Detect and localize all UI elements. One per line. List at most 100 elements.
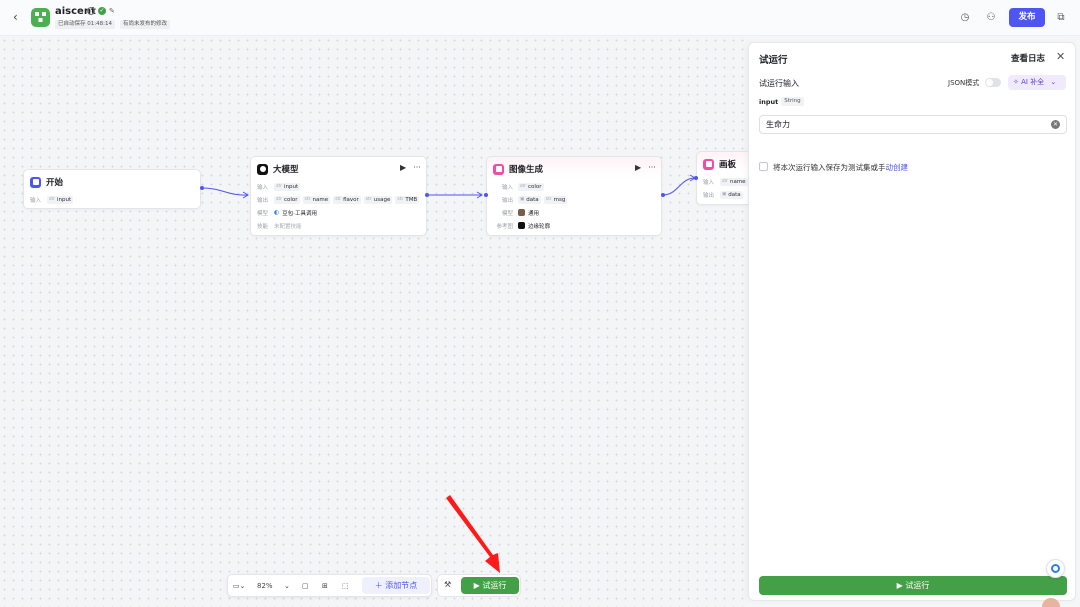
output-port[interactable]	[425, 193, 429, 197]
start-node-icon	[30, 176, 41, 188]
param-tag: str name	[720, 177, 748, 186]
row-label: 输出	[501, 197, 513, 204]
panel-run-label: 试运行	[905, 581, 930, 590]
close-icon[interactable]: ✕	[1056, 50, 1065, 63]
node-board[interactable]: 画板 输入 str name 输出 ▣ data	[696, 151, 756, 205]
assistant-icon[interactable]	[1046, 559, 1065, 578]
output-port[interactable]	[661, 193, 665, 197]
info-icon[interactable]: i	[87, 7, 95, 15]
json-mode-toggle[interactable]	[985, 78, 1001, 87]
param-tag: str input	[47, 195, 74, 204]
row-label: 输入	[501, 184, 513, 191]
row-label: 输入	[257, 184, 269, 191]
input-port[interactable]	[694, 176, 698, 180]
node-image-generation[interactable]: 图像生成 ▶ ··· 输入 str color 输出 ▣ data str msg 模…	[486, 156, 662, 236]
edit-icon[interactable]: ✎	[109, 7, 117, 15]
model-value: 通用	[528, 210, 540, 217]
view-log-link[interactable]: 查看日志	[1011, 52, 1045, 64]
row-label: 输入	[703, 179, 715, 186]
comment-icon[interactable]: ▢	[302, 580, 309, 592]
output-port[interactable]	[200, 186, 204, 190]
run-node-icon[interactable]: ▶	[400, 163, 406, 172]
image-node-icon	[493, 163, 504, 175]
check-icon: ✓	[98, 7, 106, 15]
collaborators-icon[interactable]: ⚇	[982, 9, 1000, 27]
model-thumbnail-icon	[518, 209, 525, 216]
param-tag: str msg	[543, 195, 568, 204]
annotation-arrow-icon	[446, 495, 500, 573]
row-label: 参考图	[496, 223, 513, 230]
add-node-label: 添加节点	[385, 581, 418, 590]
skill-value: 未配置技能	[274, 223, 302, 230]
sparkle-icon: ✧	[1013, 78, 1019, 86]
panel-run-button[interactable]: ▶ 试运行	[759, 576, 1067, 595]
input-value-field[interactable]	[759, 115, 1067, 134]
history-icon[interactable]: ◷	[956, 9, 974, 27]
row-label: 输出	[257, 197, 269, 204]
back-arrow-icon[interactable]: ‹	[13, 10, 25, 24]
node-llm[interactable]: 大模型 ▶ ··· 输入 str input 输出 str color str nam…	[250, 156, 427, 236]
param-tag: str name	[302, 195, 331, 204]
node-title: 大模型	[273, 165, 299, 175]
debug-icon[interactable]: ⚒	[444, 580, 451, 589]
param-tag: ▣ data	[518, 195, 541, 204]
minimap-icon[interactable]: ▭⌄	[233, 580, 245, 592]
node-start[interactable]: 开始 输入 str input	[23, 169, 201, 209]
save-testset-checkbox[interactable]	[759, 162, 768, 171]
panel-title: 试运行	[759, 55, 788, 66]
row-label: 输入	[30, 197, 42, 204]
test-run-panel: 试运行 查看日志 ✕ 试运行输入 JSON模式 ✧ AI 补全 ⌄ input …	[748, 42, 1076, 601]
param-tag: ▣ data	[720, 190, 743, 199]
zoom-level[interactable]: 82%	[257, 580, 273, 592]
clear-icon[interactable]: ✕	[1051, 120, 1060, 129]
unpublished-status: 有尚未发布的修改	[120, 20, 171, 29]
connection-lines	[201, 174, 696, 199]
node-title: 开始	[46, 178, 64, 188]
node-title: 画板	[719, 160, 737, 170]
input-param-label: input String	[759, 97, 804, 106]
test-run-button[interactable]: ▶ 试运行	[461, 577, 519, 594]
input-type-chip: String	[781, 97, 804, 106]
app-logo-icon	[31, 8, 50, 27]
more-icon[interactable]: ···	[648, 163, 656, 172]
board-node-icon	[703, 158, 714, 170]
input-param-name: input	[759, 97, 779, 106]
json-mode-label: JSON模式	[948, 79, 980, 87]
ai-fill-button[interactable]: ✧ AI 补全 ⌄	[1008, 75, 1066, 90]
param-tag: str color	[274, 195, 300, 204]
fit-view-icon[interactable]: ⬚	[342, 580, 349, 592]
more-icon[interactable]: ···	[413, 163, 421, 172]
ai-fill-label: AI 补全	[1021, 78, 1045, 86]
chevron-down-icon: ⌄	[1050, 78, 1057, 86]
manual-create-link[interactable]: 动创建	[886, 163, 909, 172]
param-tag: str color	[518, 182, 544, 191]
param-tag: str TMB	[395, 195, 420, 204]
copy-icon[interactable]: ⧉	[1052, 9, 1070, 27]
row-label: 模型	[257, 210, 269, 217]
save-testset-label: 将本次运行输入保存为测试集或手	[773, 163, 886, 172]
row-label: 技能	[257, 223, 269, 230]
model-icon: ◐	[274, 209, 280, 216]
test-run-label: 试运行	[482, 581, 507, 590]
top-header: ‹ aiscent i ✓ ✎ 已自动保存 01:48:14 有尚未发布的修改 …	[0, 0, 1080, 36]
param-tag: str flavor	[333, 195, 361, 204]
autosave-status: 已自动保存 01:48:14	[55, 20, 115, 29]
zoom-dropdown-icon[interactable]: ⌄	[284, 580, 290, 592]
row-label: 输出	[703, 192, 715, 199]
llm-node-icon	[257, 163, 268, 175]
node-title: 图像生成	[509, 165, 544, 175]
save-testset-text: 将本次运行输入保存为测试集或手动创建	[773, 162, 908, 173]
reference-value: 边缘轮廓	[528, 223, 551, 230]
publish-button[interactable]: 发布	[1009, 8, 1045, 27]
workflow-canvas[interactable]: 开始 输入 str input 大模型 ▶ ··· 输入 str input 输出 …	[0, 36, 756, 607]
row-label: 模型	[501, 210, 513, 217]
add-node-button[interactable]: ＋ 添加节点	[362, 577, 430, 594]
param-tag: str usage	[363, 195, 393, 204]
run-node-icon[interactable]: ▶	[635, 163, 641, 172]
section-title: 试运行输入	[759, 79, 799, 88]
input-port[interactable]	[484, 193, 488, 197]
reference-thumbnail-icon	[518, 222, 525, 229]
layout-icon[interactable]: ⊞	[322, 580, 328, 592]
model-value: 豆包·工具调用	[282, 210, 317, 217]
param-tag: str input	[274, 182, 301, 191]
